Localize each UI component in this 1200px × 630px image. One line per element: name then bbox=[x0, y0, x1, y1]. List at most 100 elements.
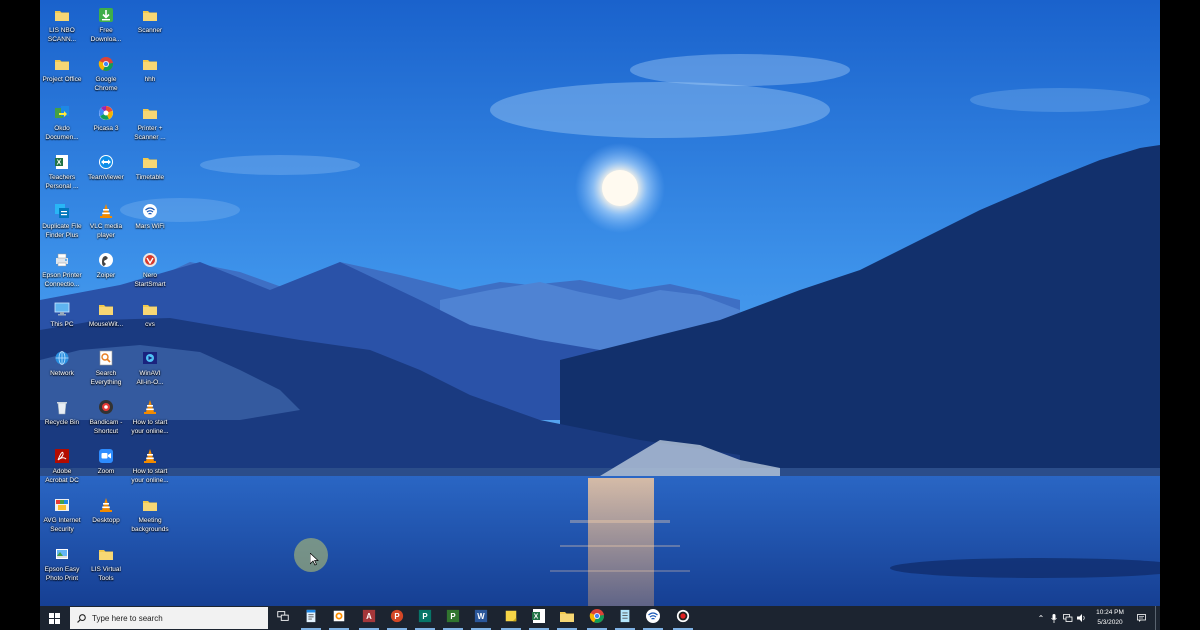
desktop-icon-label: Zoiper bbox=[96, 272, 116, 279]
svg-text:X: X bbox=[57, 160, 62, 167]
desktop-wallpaper bbox=[40, 0, 1160, 606]
desktop-icon-label: Teachers Personal ... bbox=[45, 174, 79, 190]
desktop-icon-label: Desktopp bbox=[92, 517, 120, 524]
wifi-app-icon bbox=[141, 202, 159, 220]
desktop-icon-printer-scanner[interactable]: Printer + Scanner ... bbox=[128, 102, 172, 150]
desktop-icon-meeting-backgrounds[interactable]: Meeting backgrounds bbox=[128, 494, 172, 542]
epson-printer-icon bbox=[53, 251, 71, 269]
desktop-icon-how-to-start-1[interactable]: How to start your online... bbox=[128, 396, 172, 444]
epson-photo-icon bbox=[53, 545, 71, 563]
show-desktop-button[interactable] bbox=[1155, 606, 1160, 630]
desktop-icon-zoiper[interactable]: Zoiper bbox=[84, 249, 128, 297]
desktop-icon-label: How to start your online... bbox=[131, 419, 169, 435]
desktop-icon-label: VLC media player bbox=[89, 223, 123, 239]
desktop-icon-mousewit[interactable]: MouseWit... bbox=[84, 298, 128, 346]
taskbar-app-sticky-notes[interactable] bbox=[498, 606, 524, 630]
sticky-notes-icon bbox=[504, 609, 518, 628]
desktop-icon-label: Network bbox=[50, 370, 74, 377]
folder-icon bbox=[53, 55, 71, 73]
mouse-pointer-icon bbox=[310, 553, 319, 566]
desktop-icon-label: Printer + Scanner ... bbox=[134, 125, 166, 141]
document-app-icon bbox=[304, 609, 318, 628]
desktop-icon-epson-printer-connection[interactable]: Epson Printer Connectio... bbox=[40, 249, 84, 297]
desktop-icon-label: Duplicate File Finder Plus bbox=[42, 223, 82, 239]
taskbar-app-photos[interactable] bbox=[326, 606, 352, 630]
desktop-icon-mars-wifi[interactable]: Mars WiFi bbox=[128, 200, 172, 248]
desktop-icon-label: Free Downloa... bbox=[90, 27, 122, 43]
desktop-icon-nero[interactable]: Nero StartSmart bbox=[128, 249, 172, 297]
desktop-icon-timetable[interactable]: Timetable bbox=[128, 151, 172, 199]
desktop-icon-vlc[interactable]: VLC media player bbox=[84, 200, 128, 248]
desktop-icon-label: TeamViewer bbox=[88, 174, 124, 181]
taskbar-app-file-explorer[interactable] bbox=[554, 606, 580, 630]
network-icon bbox=[53, 349, 71, 367]
desktop-icon-label: Nero StartSmart bbox=[134, 272, 166, 288]
taskbar-app-notepad2[interactable] bbox=[612, 606, 638, 630]
folder-icon bbox=[97, 545, 115, 563]
taskbar-app-task-view[interactable] bbox=[270, 606, 296, 630]
clock-date: 5/3/2020 bbox=[1097, 619, 1123, 626]
svg-text:P: P bbox=[450, 612, 455, 621]
duplicate-finder-icon bbox=[53, 202, 71, 220]
network-status-icon[interactable] bbox=[1062, 606, 1074, 630]
desktop-icon-search-everything[interactable]: Search Everything bbox=[84, 347, 128, 395]
microphone-icon[interactable] bbox=[1048, 606, 1060, 630]
winavi-icon bbox=[141, 349, 159, 367]
vlc-cone-icon bbox=[141, 398, 159, 416]
desktop-icon-lis-nbo-scann[interactable]: LIS NBO SCANN... bbox=[40, 4, 84, 52]
desktop-screen: LIS NBO SCANN... Free Downloa... Scanner Pr… bbox=[40, 0, 1160, 630]
desktop-icon-picasa[interactable]: Picasa 3 bbox=[84, 102, 128, 150]
desktop-icon-label: Search Everything bbox=[90, 370, 122, 386]
desktop-icon-this-pc[interactable]: This PC bbox=[40, 298, 84, 346]
desktop-icon-adobe-acrobat[interactable]: Adobe Acrobat DC bbox=[40, 445, 84, 493]
desktop-icon-teamviewer[interactable]: TeamViewer bbox=[84, 151, 128, 199]
tray-overflow-chevron-icon[interactable]: ⌃ bbox=[1036, 606, 1046, 630]
taskbar-app-project[interactable]: P bbox=[440, 606, 466, 630]
taskbar-app-powerpoint[interactable]: P bbox=[384, 606, 410, 630]
taskbar-app-publisher[interactable]: P bbox=[412, 606, 438, 630]
desktop-icon-bandicam[interactable]: Bandicam - Shortcut bbox=[84, 396, 128, 444]
desktop-icon-label: Epson Printer Connectio... bbox=[42, 272, 82, 288]
desktop-icon-network[interactable]: Network bbox=[40, 347, 84, 395]
desktop-icon-google-chrome[interactable]: Google Chrome bbox=[84, 53, 128, 101]
desktop-icon-label: Google Chrome bbox=[94, 76, 118, 92]
desktop-icon-epson-easy-photo[interactable]: Epson Easy Photo Print bbox=[40, 543, 84, 591]
desktop-icon-recycle-bin[interactable]: Recycle Bin bbox=[40, 396, 84, 444]
taskbar-app-wifi-app[interactable] bbox=[640, 606, 666, 630]
desktop-icon-winavi[interactable]: WinAVI All-in-O... bbox=[128, 347, 172, 395]
taskbar-app-word[interactable]: W bbox=[468, 606, 494, 630]
taskbar-app-notepad[interactable] bbox=[298, 606, 324, 630]
taskbar-app-recorder[interactable] bbox=[670, 606, 696, 630]
folder-icon bbox=[141, 300, 159, 318]
folder-icon bbox=[141, 153, 159, 171]
desktop-icon-avg[interactable]: AVG Internet Security bbox=[40, 494, 84, 542]
desktop-icon-zoom[interactable]: Zoom bbox=[84, 445, 128, 493]
desktop-icon-scanner[interactable]: Scanner bbox=[128, 4, 172, 52]
desktop-icon-project-office[interactable]: Project Office bbox=[40, 53, 84, 101]
vlc-cone-icon bbox=[97, 496, 115, 514]
okdo-converter-icon bbox=[53, 104, 71, 122]
desktop-icon-desktopp[interactable]: Desktopp bbox=[84, 494, 128, 542]
desktop-icon-how-to-start-2[interactable]: How to start your online... bbox=[128, 445, 172, 493]
taskbar-app-excel[interactable]: X bbox=[526, 606, 552, 630]
svg-text:A: A bbox=[366, 612, 372, 621]
vlc-cone-icon bbox=[97, 202, 115, 220]
desktop-icon-teachers-personal[interactable]: X Teachers Personal ... bbox=[40, 151, 84, 199]
desktop-icon-lis-virtual-tools[interactable]: LIS Virtual Tools bbox=[84, 543, 128, 591]
desktop-icon-cvs[interactable]: cvs bbox=[128, 298, 172, 346]
taskbar: Type here to search A P P P W X ⌃ 10:24 PM 5/… bbox=[40, 606, 1160, 630]
folder-icon bbox=[53, 6, 71, 24]
taskbar-app-access[interactable]: A bbox=[356, 606, 382, 630]
desktop-icon-hhh[interactable]: hhh bbox=[128, 53, 172, 101]
taskbar-search-box[interactable]: Type here to search bbox=[70, 607, 268, 629]
action-center-icon[interactable] bbox=[1134, 606, 1148, 630]
volume-icon[interactable] bbox=[1076, 606, 1088, 630]
taskbar-clock[interactable]: 10:24 PM 5/3/2020 bbox=[1090, 608, 1130, 628]
desktop-icon-duplicate-file-finder[interactable]: Duplicate File Finder Plus bbox=[40, 200, 84, 248]
start-button[interactable] bbox=[40, 606, 68, 630]
desktop-icon-free-download[interactable]: Free Downloa... bbox=[84, 4, 128, 52]
taskbar-app-chrome[interactable] bbox=[584, 606, 610, 630]
wifi-app-icon bbox=[645, 608, 661, 629]
desktop-icon-okdo[interactable]: Okdo Documen... bbox=[40, 102, 84, 150]
desktop-icon-label: Okdo Documen... bbox=[45, 125, 79, 141]
